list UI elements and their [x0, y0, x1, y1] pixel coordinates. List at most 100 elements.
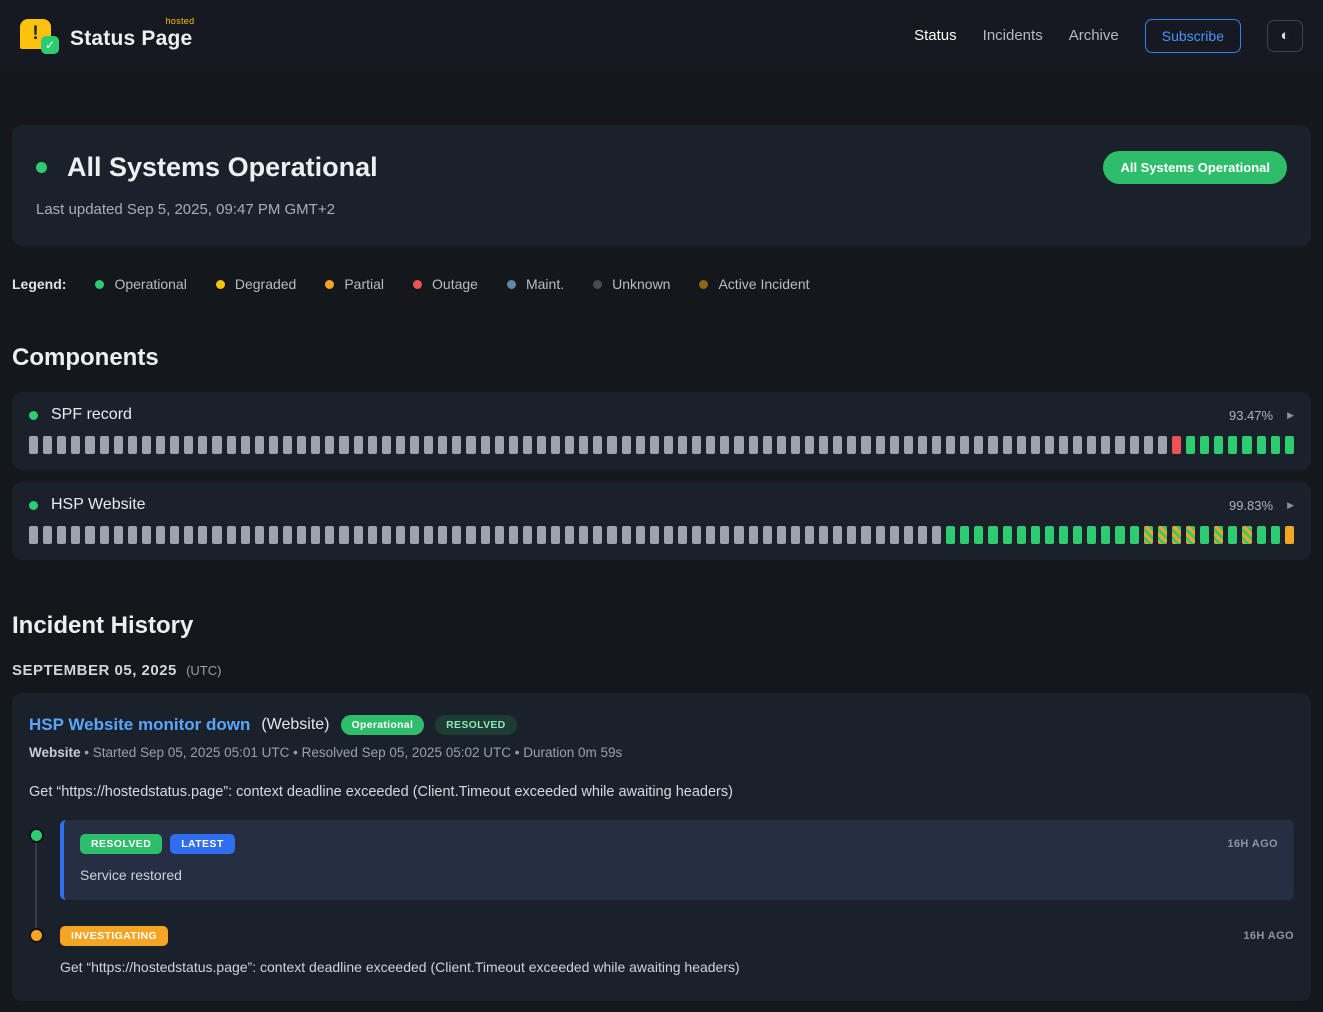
legend-item-label: Maint.	[526, 276, 564, 292]
components-heading: Components	[12, 344, 1311, 372]
investigating-status-dot	[29, 928, 44, 943]
nav-status[interactable]: Status	[914, 27, 957, 44]
uptime-bar	[523, 526, 532, 544]
uptime-bar	[1101, 436, 1110, 454]
uptime-bar	[29, 436, 38, 454]
uptime-bar	[1214, 526, 1223, 544]
uptime-bar	[706, 436, 715, 454]
uptime-bar	[593, 526, 602, 544]
nav-incidents[interactable]: Incidents	[983, 27, 1043, 44]
uptime-bar	[1045, 526, 1054, 544]
uptime-bar	[311, 526, 320, 544]
uptime-bar	[283, 436, 292, 454]
incident-history-heading: Incident History	[12, 612, 1311, 640]
uptime-bar	[537, 436, 546, 454]
uptime-bar	[198, 526, 207, 544]
degraded-dot-icon	[216, 280, 225, 289]
uptime-bar	[128, 526, 137, 544]
component-card-hsp-website[interactable]: HSP Website 99.83% ▶	[12, 482, 1311, 560]
uptime-bar	[749, 436, 758, 454]
incident-meta-line: Website • Started Sep 05, 2025 05:01 UTC…	[29, 745, 1294, 760]
outage-dot-icon	[413, 280, 422, 289]
top-navigation-bar: ! ✓ hosted Status Page Status Incidents …	[0, 0, 1323, 71]
component-header-right: 93.47% ▶	[1229, 408, 1294, 423]
latest-update-card: RESOLVED LATEST 16H AGO Service restored	[60, 820, 1294, 900]
uptime-bar	[565, 526, 574, 544]
uptime-bar	[227, 436, 236, 454]
uptime-bar	[1017, 526, 1026, 544]
uptime-bar	[481, 526, 490, 544]
uptime-bar	[1045, 436, 1054, 454]
uptime-bar	[861, 526, 870, 544]
update-timestamp: 16H AGO	[1227, 838, 1278, 850]
uptime-bar	[1115, 436, 1124, 454]
expand-caret-icon[interactable]: ▶	[1287, 500, 1294, 511]
uptime-bar	[565, 436, 574, 454]
overall-status-badge: All Systems Operational	[1103, 151, 1287, 184]
legend-item-operational: Operational	[95, 276, 186, 292]
incident-title-link[interactable]: HSP Website monitor down	[29, 715, 250, 735]
nav-archive[interactable]: Archive	[1069, 27, 1119, 44]
uptime-bar	[142, 526, 151, 544]
incident-timeline: RESOLVED LATEST 16H AGO Service restored…	[29, 820, 1294, 975]
uptime-bar	[71, 526, 80, 544]
uptime-bar	[1101, 526, 1110, 544]
component-uptime-percentage: 99.83%	[1229, 498, 1273, 513]
uptime-bar	[114, 526, 123, 544]
component-status-dot	[29, 411, 38, 420]
uptime-bar	[861, 436, 870, 454]
brand[interactable]: ! ✓ hosted Status Page	[20, 16, 192, 56]
status-legend: Legend: Operational Degraded Partial Out…	[12, 276, 1311, 292]
uptime-bar	[904, 436, 913, 454]
uptime-bar	[876, 436, 885, 454]
uptime-bar	[354, 526, 363, 544]
uptime-bar	[988, 436, 997, 454]
update-timestamp: 16H AGO	[1243, 930, 1294, 942]
legend-item-unknown: Unknown	[593, 276, 670, 292]
incident-date-row: SEPTEMBER 05, 2025 (UTC)	[12, 662, 1311, 679]
uptime-bar	[283, 526, 292, 544]
component-card-spf-record[interactable]: SPF record 93.47% ▶	[12, 392, 1311, 470]
uptime-bar	[29, 526, 38, 544]
theme-toggle-button[interactable]: ◐	[1267, 20, 1303, 52]
uptime-bar	[184, 526, 193, 544]
uptime-bar	[551, 436, 560, 454]
expand-caret-icon[interactable]: ▶	[1287, 410, 1294, 421]
uptime-bar	[988, 526, 997, 544]
uptime-bar	[777, 436, 786, 454]
uptime-bar	[198, 436, 207, 454]
subscribe-button[interactable]: Subscribe	[1145, 19, 1241, 53]
legend-item-label: Unknown	[612, 276, 670, 292]
overall-status-title: All Systems Operational	[67, 152, 378, 183]
uptime-bar	[636, 526, 645, 544]
uptime-bar	[664, 526, 673, 544]
legend-item-label: Outage	[432, 276, 478, 292]
uptime-bar	[1158, 526, 1167, 544]
legend-item-active-incident: Active Incident	[699, 276, 809, 292]
uptime-bar	[269, 436, 278, 454]
incident-component-name: (Website)	[261, 716, 329, 734]
uptime-bar	[918, 436, 927, 454]
uptime-bar	[833, 436, 842, 454]
uptime-bar	[833, 526, 842, 544]
uptime-bar	[890, 436, 899, 454]
uptime-bar	[636, 436, 645, 454]
uptime-bar	[311, 436, 320, 454]
uptime-bar	[1087, 436, 1096, 454]
active-incident-dot-icon	[699, 280, 708, 289]
uptime-bar	[184, 436, 193, 454]
uptime-bar	[1003, 526, 1012, 544]
uptime-bar	[452, 436, 461, 454]
uptime-bar	[523, 436, 532, 454]
uptime-bar	[212, 436, 221, 454]
uptime-bar	[650, 526, 659, 544]
uptime-bar	[481, 436, 490, 454]
uptime-bar	[579, 526, 588, 544]
uptime-bar	[325, 436, 334, 454]
uptime-bar	[466, 436, 475, 454]
uptime-bar	[297, 436, 306, 454]
uptime-bar	[876, 526, 885, 544]
uptime-bar	[1031, 526, 1040, 544]
component-header: HSP Website 99.83% ▶	[29, 496, 1294, 514]
uptime-bar	[325, 526, 334, 544]
